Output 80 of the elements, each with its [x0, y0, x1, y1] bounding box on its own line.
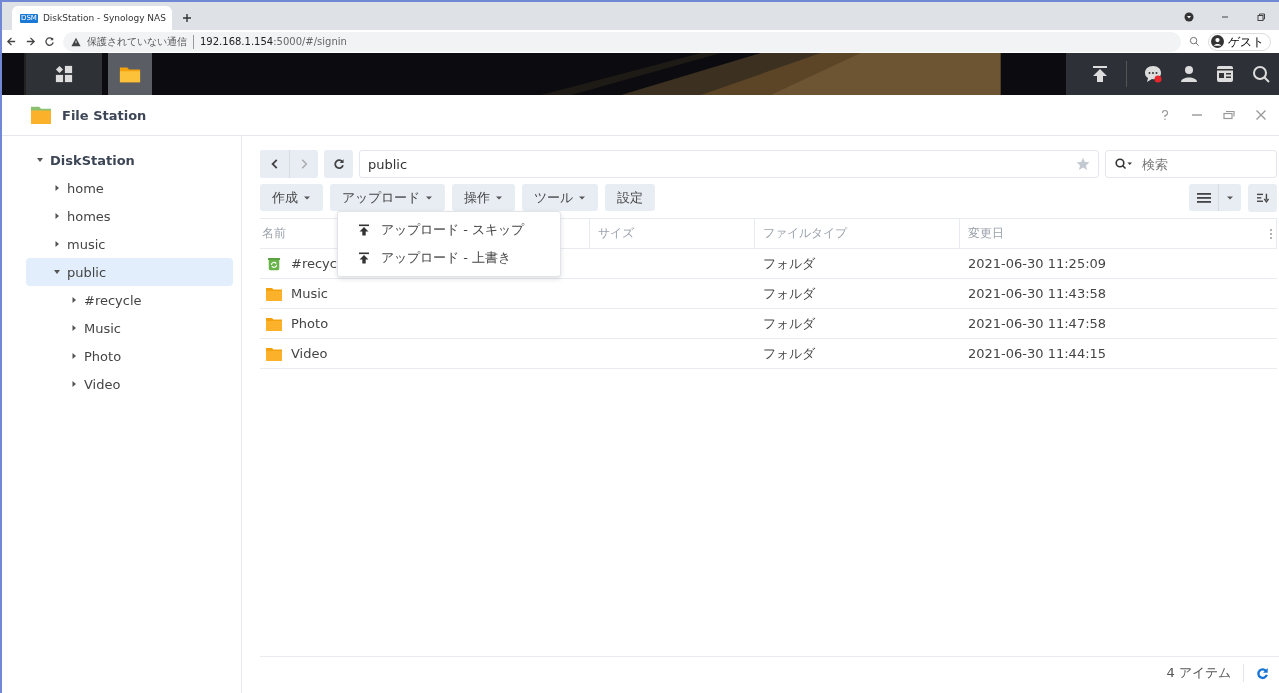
tree-item[interactable]: music — [26, 230, 233, 258]
table-cell-text: 2021-06-30 11:44:15 — [967, 346, 1108, 361]
refresh-icon — [332, 158, 345, 170]
warning-icon — [71, 36, 81, 47]
notification-icon[interactable] — [1143, 64, 1163, 84]
window-title: File Station — [62, 107, 147, 123]
caret-right-icon[interactable] — [70, 380, 78, 388]
table-cell-text: 2021-06-30 11:43:58 — [967, 286, 1108, 301]
table-cell-text: フォルダ — [762, 314, 816, 333]
tree-item[interactable]: public — [26, 258, 233, 286]
tree-item[interactable]: home — [26, 174, 233, 202]
caret-down-icon[interactable] — [53, 268, 61, 276]
file-name-cell[interactable]: #recyc — [260, 256, 337, 271]
restore-icon[interactable] — [1256, 12, 1266, 22]
toolbar-button[interactable]: 設定 — [605, 184, 655, 211]
toolbar-button[interactable]: 作成 — [260, 184, 323, 211]
refresh-icon[interactable] — [1256, 666, 1269, 680]
url-text: 192.168.1.154:5000/#/signin — [200, 36, 347, 47]
caret-right-icon[interactable] — [53, 240, 61, 248]
reload-icon[interactable] — [44, 36, 55, 47]
folder-icon — [266, 316, 282, 331]
widget-icon[interactable] — [1215, 64, 1235, 84]
search-icon[interactable] — [1115, 158, 1133, 170]
folder-icon — [266, 286, 282, 301]
avatar-icon — [1211, 35, 1224, 48]
upload-icon — [358, 252, 370, 264]
tree-item[interactable]: Video — [26, 370, 233, 398]
tree-item[interactable]: Photo — [26, 342, 233, 370]
forward-icon[interactable] — [25, 36, 36, 47]
tree-item[interactable]: Music — [26, 314, 233, 342]
folder-icon — [266, 346, 282, 361]
file-name-cell[interactable]: Video — [260, 346, 328, 361]
caret-down-icon[interactable] — [36, 156, 44, 164]
tab-title: DiskStation - Synology NAS — [42, 13, 166, 23]
toolbar-button[interactable]: アップロード — [330, 184, 445, 211]
file-name-cell[interactable]: Music — [260, 286, 328, 301]
toolbar-button[interactable]: 操作 — [452, 184, 515, 211]
sort-icon — [1256, 192, 1269, 204]
item-count: 4 アイテム — [1166, 664, 1231, 682]
caret-right-icon[interactable] — [53, 212, 61, 220]
refresh-button[interactable] — [324, 150, 353, 178]
toolbar-button[interactable]: ツール — [522, 184, 598, 211]
star-icon[interactable] — [1076, 157, 1090, 171]
security-label: 保護されていない通信 — [87, 34, 194, 49]
table-cell-text: 2021-06-30 11:25:09 — [967, 256, 1108, 271]
help-icon[interactable] — [1159, 109, 1171, 121]
address-bar[interactable]: 保護されていない通信 192.168.1.154:5000/#/signin — [63, 31, 1181, 52]
upload-icon[interactable] — [1090, 64, 1110, 84]
search-field[interactable]: 検索 — [1105, 150, 1277, 178]
back-icon[interactable] — [6, 36, 17, 47]
upload-icon — [358, 224, 370, 236]
table-cell-text: 2021-06-30 11:47:58 — [967, 316, 1108, 331]
tree-item[interactable]: DiskStation — [26, 146, 233, 174]
taskbar-app-button[interactable] — [108, 53, 152, 95]
tree-item[interactable]: homes — [26, 202, 233, 230]
new-tab-icon[interactable] — [182, 13, 192, 23]
caret-right-icon[interactable] — [53, 184, 61, 192]
table-cell-text: フォルダ — [762, 344, 816, 363]
table-cell-text: フォルダ — [762, 284, 816, 303]
zoom-icon[interactable] — [1189, 36, 1200, 47]
path-field[interactable]: public — [359, 150, 1099, 178]
search-icon[interactable] — [1251, 64, 1271, 84]
file-name-cell[interactable]: Photo — [260, 316, 329, 331]
user-icon[interactable] — [1179, 64, 1199, 84]
folder-icon — [30, 105, 52, 125]
sort-button[interactable] — [1248, 184, 1277, 212]
list-icon — [1197, 191, 1211, 204]
recycle-bin-icon — [266, 256, 282, 271]
caret-right-icon[interactable] — [70, 296, 78, 304]
main-menu-button[interactable] — [24, 53, 102, 95]
close-icon[interactable] — [1255, 109, 1267, 121]
view-button[interactable] — [1189, 184, 1241, 211]
caret-right-icon[interactable] — [70, 352, 78, 360]
apps-icon — [55, 65, 73, 83]
menu-item[interactable]: アップロード - 上書き — [338, 244, 560, 272]
media-icon[interactable] — [1184, 12, 1194, 22]
tree-item[interactable]: #recycle — [26, 286, 233, 314]
table-cell-text: フォルダ — [762, 254, 816, 273]
menu-item[interactable]: アップロード - スキップ — [338, 216, 560, 244]
caret-right-icon[interactable] — [70, 324, 78, 332]
